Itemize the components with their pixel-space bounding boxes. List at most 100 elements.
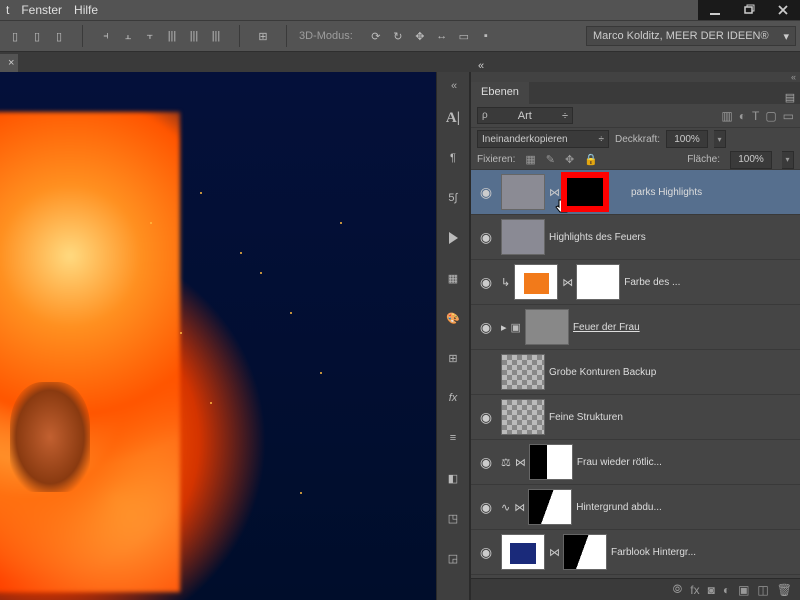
swatches-panel-icon[interactable]: ▦	[441, 266, 465, 290]
layer-fx-icon[interactable]: fx	[690, 583, 699, 597]
document-canvas[interactable]	[0, 72, 436, 600]
visibility-toggle[interactable]: ◉	[475, 499, 497, 516]
autoalign-icon[interactable]: ⊞	[252, 25, 274, 47]
info-panel-icon[interactable]: ◲	[441, 546, 465, 570]
new-layer-icon[interactable]: ◫	[757, 583, 768, 597]
layer-name[interactable]: Farblook Hintergr...	[611, 547, 696, 558]
layer-thumbnail[interactable]	[501, 534, 545, 570]
add-mask-icon[interactable]: ◙	[708, 583, 715, 597]
layer-thumbnail[interactable]	[501, 399, 545, 435]
lock-transparency-icon[interactable]: ▦	[525, 153, 535, 166]
layer-name[interactable]: parks Highlights	[631, 187, 702, 198]
mask-link-icon[interactable]: ⋈	[514, 501, 524, 514]
fill-stepper[interactable]: ▾	[782, 151, 794, 169]
brush-panel-icon[interactable]: 5∫	[441, 186, 465, 210]
roll-icon[interactable]: ↻	[387, 25, 409, 47]
new-adjustment-icon[interactable]: ◐	[723, 583, 730, 597]
layer-name[interactable]: Frau wieder rötlic...	[577, 457, 662, 468]
layers-tab[interactable]: Ebenen	[471, 82, 529, 104]
layer-row[interactable]: ◉∿⋈Hintergrund abdu...	[471, 485, 800, 530]
actions-panel-icon[interactable]	[441, 226, 465, 250]
visibility-toggle[interactable]: ◉	[475, 229, 497, 246]
layer-row[interactable]: ◉⋈Farblook Hintergr...	[471, 530, 800, 575]
layer-row[interactable]: ◉⚖⋈Frau wieder rötlic...	[471, 440, 800, 485]
filter-smart-icon[interactable]: ▭	[783, 109, 794, 123]
distribute-icon[interactable]: |||	[183, 25, 205, 47]
layer-thumbnail[interactable]	[525, 309, 569, 345]
layer-row[interactable]: Grobe Konturen Backup	[471, 350, 800, 395]
pan-icon[interactable]: ✥	[409, 25, 431, 47]
visibility-toggle[interactable]: ◉	[475, 409, 497, 426]
menu-item[interactable]: t	[6, 3, 9, 17]
layer-row[interactable]: ◉ Highlights des Feuers	[471, 215, 800, 260]
mask-link-icon[interactable]: ⋈	[562, 276, 572, 289]
layer-mask-thumbnail[interactable]	[528, 489, 572, 525]
layer-thumbnail[interactable]	[514, 264, 558, 300]
visibility-toggle[interactable]: ◉	[475, 319, 497, 336]
layercomps-panel-icon[interactable]: ◧	[441, 466, 465, 490]
color-panel-icon[interactable]: 🎨	[441, 306, 465, 330]
visibility-toggle[interactable]: ◉	[475, 184, 497, 201]
layer-mask-thumbnail[interactable]	[563, 534, 607, 570]
distribute-icon[interactable]: |||	[205, 25, 227, 47]
properties-panel-icon[interactable]: ◳	[441, 506, 465, 530]
zoom-icon[interactable]: ▭	[453, 25, 475, 47]
new-group-icon[interactable]: ▣	[738, 583, 749, 597]
align-icon[interactable]: ▯	[4, 25, 26, 47]
close-button[interactable]	[766, 0, 800, 20]
layer-row[interactable]: ◉ Feine Strukturen	[471, 395, 800, 440]
layer-name[interactable]: Highlights des Feuers	[549, 232, 646, 243]
panel-flyout-icon[interactable]: «	[791, 72, 796, 82]
character-panel-icon[interactable]: A|	[441, 106, 465, 130]
filter-pixel-icon[interactable]: ▥	[721, 109, 732, 123]
layer-mask-thumbnail[interactable]	[563, 174, 607, 210]
align-icon[interactable]: ▯	[48, 25, 70, 47]
history-panel-icon[interactable]: ≡	[441, 426, 465, 450]
minimize-button[interactable]	[698, 0, 732, 20]
visibility-toggle[interactable]: ◉	[475, 454, 497, 471]
mask-link-icon[interactable]: ⋈	[515, 456, 525, 469]
visibility-toggle[interactable]: ◉	[475, 274, 497, 291]
layer-row[interactable]: ◉↳⋈Farbe des ...	[471, 260, 800, 305]
layer-name[interactable]: Feine Strukturen	[549, 412, 623, 423]
layer-thumbnail[interactable]	[501, 354, 545, 390]
group-expand-icon[interactable]: ▸	[501, 321, 507, 334]
fill-field[interactable]: 100%	[730, 151, 772, 169]
distribute-icon[interactable]: ⫟	[139, 25, 161, 47]
filter-adjust-icon[interactable]: ◐	[739, 109, 746, 123]
lock-paint-icon[interactable]: ✎	[546, 153, 555, 166]
lock-move-icon[interactable]: ✥	[565, 153, 574, 166]
tab-close-icon[interactable]: ×	[8, 57, 14, 69]
slide-icon[interactable]: ↔	[431, 25, 453, 47]
orbit-icon[interactable]: ⟳	[365, 25, 387, 47]
opacity-stepper[interactable]: ▾	[714, 130, 726, 148]
restore-button[interactable]	[732, 0, 766, 20]
layer-name[interactable]: Feuer der Frau	[573, 322, 640, 333]
lock-all-icon[interactable]: 🔒	[584, 153, 598, 166]
distribute-icon[interactable]: ⫠	[117, 25, 139, 47]
menu-item-help[interactable]: Hilfe	[74, 3, 98, 17]
layer-name[interactable]: Grobe Konturen Backup	[549, 367, 656, 378]
panel-collapse-icon[interactable]: «	[472, 60, 490, 72]
opacity-field[interactable]: 100%	[666, 130, 708, 148]
filter-text-icon[interactable]: T	[752, 109, 759, 123]
filter-shape-icon[interactable]: ▢	[765, 109, 776, 123]
paragraph-panel-icon[interactable]: ¶	[441, 146, 465, 170]
blend-mode-dropdown[interactable]: Ineinanderkopieren ÷	[477, 130, 609, 148]
styles-panel-icon[interactable]: fx	[441, 386, 465, 410]
layer-name[interactable]: Farbe des ...	[624, 277, 680, 288]
layer-row[interactable]: ◉⋈ parks Highlights	[471, 170, 800, 215]
layer-mask-thumbnail[interactable]	[576, 264, 620, 300]
layer-filter-dropdown[interactable]: ρ Art ÷	[477, 107, 573, 124]
menu-item-window[interactable]: Fenster	[21, 3, 62, 17]
layer-row[interactable]: ◉▸▣Feuer der Frau	[471, 305, 800, 350]
layer-thumbnail[interactable]	[501, 174, 545, 210]
mask-link-icon[interactable]: ⋈	[549, 546, 559, 559]
link-layers-icon[interactable]: ⦾	[673, 582, 683, 597]
document-tab[interactable]: ×	[0, 54, 18, 72]
channels-panel-icon[interactable]: ⊞	[441, 346, 465, 370]
distribute-icon[interactable]: ⫞	[95, 25, 117, 47]
expand-icon[interactable]: «	[451, 80, 469, 90]
layer-mask-thumbnail[interactable]	[529, 444, 573, 480]
panel-menu-icon[interactable]: ▤	[780, 91, 800, 104]
